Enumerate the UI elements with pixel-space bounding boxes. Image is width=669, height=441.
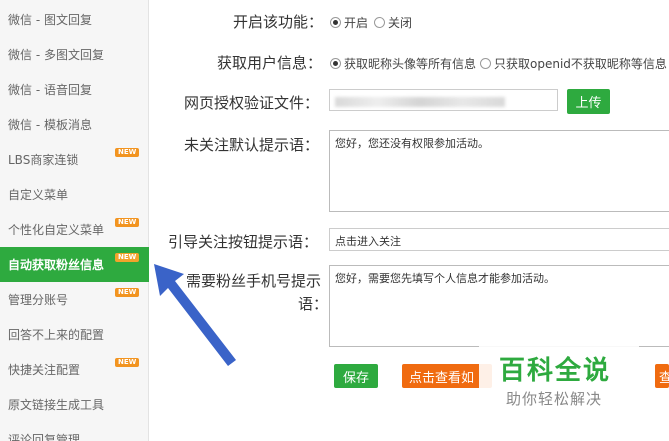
sidebar-item-multi-graphic-reply[interactable]: 微信 - 多图文回复 <box>0 37 149 72</box>
annotation-arrow-icon <box>154 264 236 366</box>
sidebar-item-sub-accounts[interactable]: 管理分账号 NEW <box>0 282 149 317</box>
radio-unchecked-icon <box>374 17 385 28</box>
sidebar: 微信 - 图文回复 微信 - 多图文回复 微信 - 语音回复 微信 - 模板消息… <box>0 0 149 441</box>
sidebar-item-personal-menu[interactable]: 个性化自定义菜单 NEW <box>0 212 149 247</box>
radio-checked-icon <box>330 58 341 69</box>
blurred-filename <box>335 97 505 107</box>
sidebar-item-quick-follow[interactable]: 快捷关注配置 NEW <box>0 352 149 387</box>
watermark-subtitle: 助你轻松解决 <box>506 390 603 408</box>
new-badge: NEW <box>115 288 140 297</box>
new-badge: NEW <box>115 358 140 367</box>
guide-tip-input[interactable]: 点击进入关注 <box>329 228 669 251</box>
new-badge: NEW <box>115 218 140 227</box>
userinfo-openid-radio[interactable]: 只获取openid不获取昵称等信息 <box>480 55 667 72</box>
new-badge: NEW <box>115 148 140 157</box>
sidebar-item-template-message[interactable]: 微信 - 模板消息 <box>0 107 149 142</box>
page-root: 微信 - 图文回复 微信 - 多图文回复 微信 - 语音回复 微信 - 模板消息… <box>0 0 669 441</box>
enable-off-radio[interactable]: 关闭 <box>374 14 412 31</box>
upload-button[interactable]: 上传 <box>567 89 610 114</box>
sidebar-item-unanswered-config[interactable]: 回答不上来的配置 <box>0 317 149 352</box>
guide-tip-label: 引导关注按钮提示语： <box>168 233 319 251</box>
phone-tip-label-line2: 语： <box>298 295 329 313</box>
arrow-shape <box>154 264 236 366</box>
userinfo-all-radio[interactable]: 获取昵称头像等所有信息 <box>330 55 476 72</box>
phone-tip-textarea[interactable]: 您好，需要您先填写个人信息才能参加活动。 <box>329 265 669 347</box>
enable-on-radio[interactable]: 开启 <box>330 14 368 31</box>
sidebar-item-voice-reply[interactable]: 微信 - 语音回复 <box>0 72 149 107</box>
enable-label: 开启该功能： <box>233 13 324 31</box>
new-badge: NEW <box>115 253 140 262</box>
sidebar-item-auto-fan-info[interactable]: 自动获取粉丝信息 NEW <box>0 247 149 282</box>
userinfo-label: 获取用户信息： <box>217 54 323 72</box>
sidebar-item-lbs-chain[interactable]: LBS商家连锁 NEW <box>0 142 149 177</box>
sidebar-item-link-tool[interactable]: 原文链接生成工具 <box>0 387 149 422</box>
authfile-label: 网页授权验证文件： <box>184 94 320 112</box>
watermark-title: 百科全说 <box>499 356 612 386</box>
watermark: 百科全说 助你轻松解决 <box>479 344 639 414</box>
radio-unchecked-icon <box>480 58 491 69</box>
sidebar-item-comment-manage[interactable]: 评论回复管理 <box>0 422 149 441</box>
save-button[interactable]: 保存 <box>334 364 378 388</box>
unfollow-tip-textarea[interactable]: 您好，您还没有权限参加活动。 <box>329 130 669 212</box>
radio-checked-icon <box>330 17 341 28</box>
sidebar-item-graphic-reply[interactable]: 微信 - 图文回复 <box>0 2 149 37</box>
authfile-input[interactable] <box>329 89 558 111</box>
sidebar-item-custom-menu[interactable]: 自定义菜单 <box>0 177 149 212</box>
unfollow-tip-label: 未关注默认提示语： <box>184 136 320 154</box>
secondary-orange-button[interactable]: 查 <box>655 364 669 388</box>
